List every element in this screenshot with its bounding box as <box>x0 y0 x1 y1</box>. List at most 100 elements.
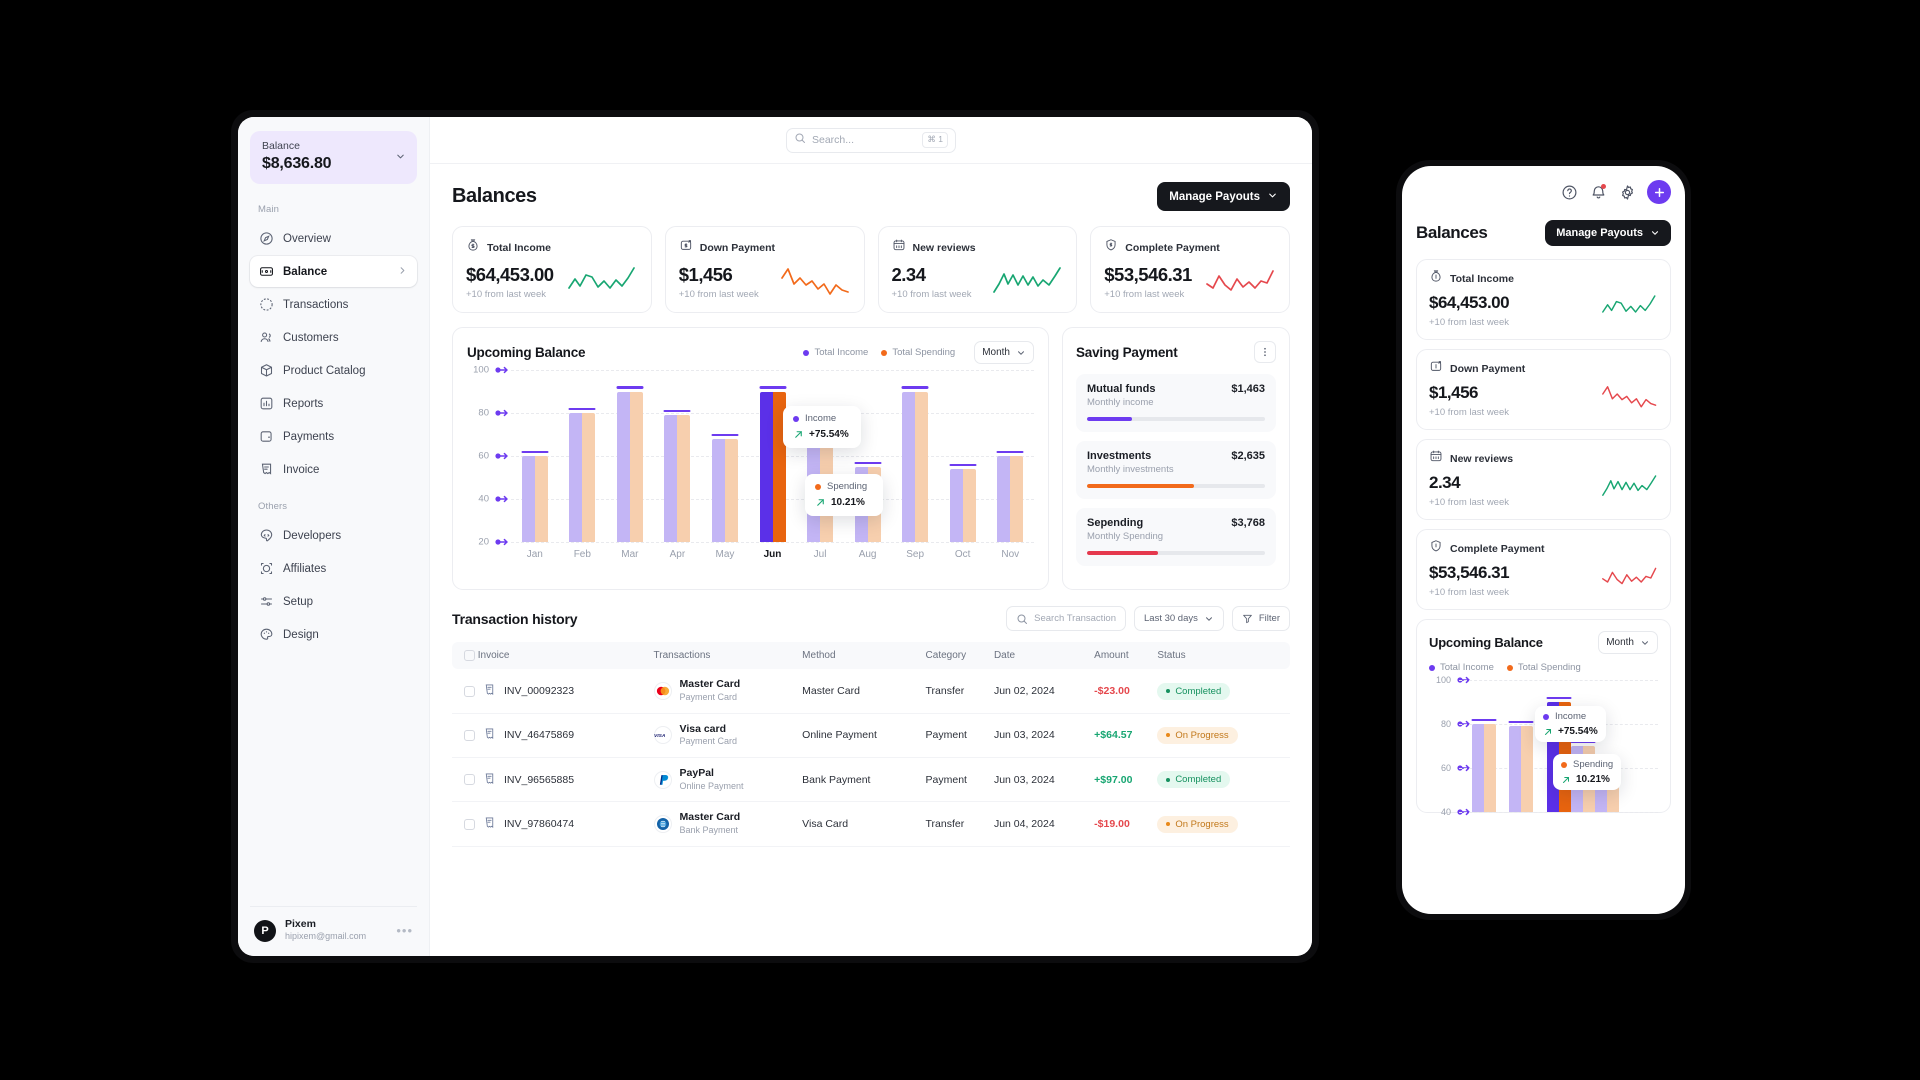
column-header[interactable]: Category <box>925 642 994 670</box>
bar-group[interactable] <box>1508 680 1534 812</box>
bar-group[interactable] <box>654 370 702 543</box>
column-header[interactable]: Method <box>802 642 926 670</box>
mobile-period-selector[interactable]: Month <box>1598 631 1658 654</box>
stat-icon <box>1429 449 1443 468</box>
bar-group[interactable] <box>1570 680 1596 812</box>
invoice-id: INV_96565885 <box>504 773 575 786</box>
bar-group[interactable] <box>701 370 749 543</box>
bell-icon[interactable] <box>1589 183 1607 201</box>
date-range-selector[interactable]: Last 30 days <box>1134 606 1224 632</box>
sidebar-item-design[interactable]: Design <box>250 619 417 650</box>
help-circle-icon[interactable] <box>1560 183 1578 201</box>
row-checkbox[interactable] <box>464 774 475 786</box>
sidebar-item-invoice[interactable]: Invoice <box>250 454 417 485</box>
chevron-right-icon <box>397 265 408 279</box>
bar-group[interactable] <box>796 370 844 543</box>
balance-selector[interactable]: Balance $8,636.80 <box>250 131 417 184</box>
money-in-icon <box>679 238 693 257</box>
add-button[interactable] <box>1647 180 1671 204</box>
status-badge: On Progress <box>1157 726 1238 744</box>
chart-title: Upcoming Balance <box>467 345 586 361</box>
column-header[interactable]: Transactions <box>653 642 803 670</box>
tooltip-dot <box>1543 713 1549 720</box>
column-header[interactable]: Amount <box>1094 642 1158 670</box>
saving-item[interactable]: Sepending $3,768 Monthly Spending <box>1076 508 1276 567</box>
search-input[interactable]: Search... ⌘ 1 <box>786 127 956 153</box>
compass-icon <box>259 231 274 246</box>
bar-group[interactable] <box>1471 680 1497 812</box>
sidebar-item-payments[interactable]: Payments <box>250 421 417 452</box>
transaction-search-input[interactable]: Search Transaction <box>1006 606 1126 632</box>
table-row[interactable]: INV_00092323 Master Card Payment Card Maste… <box>452 669 1290 714</box>
sidebar-item-developers[interactable]: Developers <box>250 520 417 551</box>
bar-group[interactable] <box>891 370 939 543</box>
select-all-checkbox[interactable] <box>464 650 475 662</box>
column-header[interactable]: Date <box>993 642 1095 670</box>
saving-item[interactable]: Mutual funds $1,463 Monthly income <box>1076 374 1276 433</box>
stat-card-new-reviews[interactable]: New reviews 2.34 +10 from last week <box>877 226 1078 314</box>
sidebar-item-label: Transactions <box>283 298 349 311</box>
kebab-menu-icon[interactable] <box>1254 341 1276 364</box>
mobile-stat-card[interactable]: New reviews 2.34 +10 from last week <box>1416 439 1671 520</box>
sidebar-item-overview[interactable]: Overview <box>250 223 417 254</box>
bar-income <box>902 391 916 543</box>
bar-group[interactable] <box>1594 680 1620 812</box>
saving-item-row: Investments $2,635 <box>1087 450 1265 462</box>
bar-group[interactable] <box>511 370 559 543</box>
stat-card-down-payment[interactable]: Down Payment $1,456 +10 from last week <box>664 226 865 314</box>
bar-group[interactable] <box>986 370 1034 543</box>
sidebar-item-balance[interactable]: Balance <box>250 256 417 287</box>
bar-group[interactable] <box>606 370 654 543</box>
bar-group[interactable] <box>844 370 892 543</box>
stat-card-complete-payment[interactable]: Complete Payment $53,546.31 +10 from las… <box>1090 226 1290 314</box>
column-header[interactable]: Invoice <box>452 642 654 670</box>
sidebar-item-product-catalog[interactable]: Product Catalog <box>250 355 417 386</box>
table-row[interactable]: INV_46475869 VISA Visa card Payment Card Onl… <box>452 713 1290 759</box>
bar-group[interactable] <box>939 370 987 543</box>
mobile-stat-card[interactable]: Total Income $64,453.00 +10 from last week <box>1416 259 1671 340</box>
mobile-stat-card[interactable]: Complete Payment $53,546.31 +10 from last … <box>1416 529 1671 610</box>
gear-icon[interactable] <box>1618 183 1636 201</box>
table-row[interactable]: INV_97860474 Master Card Bank Payment Visa … <box>452 801 1290 847</box>
filter-button[interactable]: Filter <box>1231 606 1290 632</box>
column-header[interactable]: Status <box>1157 642 1290 670</box>
sidebar-item-reports[interactable]: Reports <box>250 388 417 419</box>
mobile-stat-card[interactable]: Down Payment $1,456 +10 from last week <box>1416 349 1671 430</box>
stat-subtitle: +10 from last week <box>466 289 546 301</box>
sidebar-item-setup[interactable]: Setup <box>250 586 417 617</box>
stat-card-total-income[interactable]: Total Income $64,453.00 +10 from last we… <box>452 226 652 314</box>
status-badge: Completed <box>1157 682 1231 700</box>
box-icon <box>259 363 274 378</box>
bar-income <box>711 439 725 543</box>
sidebar-item-customers[interactable]: Customers <box>250 322 417 353</box>
row-checkbox[interactable] <box>464 685 475 697</box>
transaction-name: Master Card <box>679 811 741 824</box>
user-menu-icon[interactable]: ••• <box>396 924 413 937</box>
manage-payouts-button[interactable]: Manage Payouts <box>1157 182 1290 211</box>
sidebar-item-transactions[interactable]: Transactions <box>250 289 417 320</box>
y-tick-label: 100 <box>473 364 489 376</box>
x-tick-label: Jul <box>813 549 827 561</box>
invoice-icon <box>483 816 496 832</box>
bar-group[interactable] <box>559 370 607 543</box>
table-row[interactable]: INV_96565885 PayPal Online Payment Bank Pay… <box>452 757 1290 803</box>
cell-transaction: PayPal Online Payment <box>653 757 803 803</box>
trend-up-icon <box>795 431 802 439</box>
status-dot <box>1166 689 1171 694</box>
gridline <box>1459 812 1658 813</box>
bar-cap <box>949 463 977 467</box>
sidebar-item-affiliates[interactable]: Affiliates <box>250 553 417 584</box>
main-area: Search... ⌘ 1 Balances Manage Payouts To… <box>430 117 1312 956</box>
chart-period-selector[interactable]: Month <box>974 341 1034 365</box>
saving-item[interactable]: Investments $2,635 Monthly investments <box>1076 441 1276 500</box>
bar-group[interactable] <box>1546 680 1572 812</box>
row-checkbox[interactable] <box>464 818 475 830</box>
mobile-period-label: Month <box>1606 637 1634 648</box>
mobile-manage-payouts-button[interactable]: Manage Payouts <box>1545 220 1671 246</box>
bar-group[interactable] <box>749 370 797 543</box>
saving-item-amount: $3,768 <box>1231 517 1265 530</box>
mobile-stat-body: 2.34 +10 from last week <box>1429 473 1658 508</box>
search-shortcut: ⌘ 1 <box>922 132 948 148</box>
sidebar-user-profile[interactable]: P Pixem hipixem@gmail.com ••• <box>250 906 417 956</box>
row-checkbox[interactable] <box>464 729 475 741</box>
